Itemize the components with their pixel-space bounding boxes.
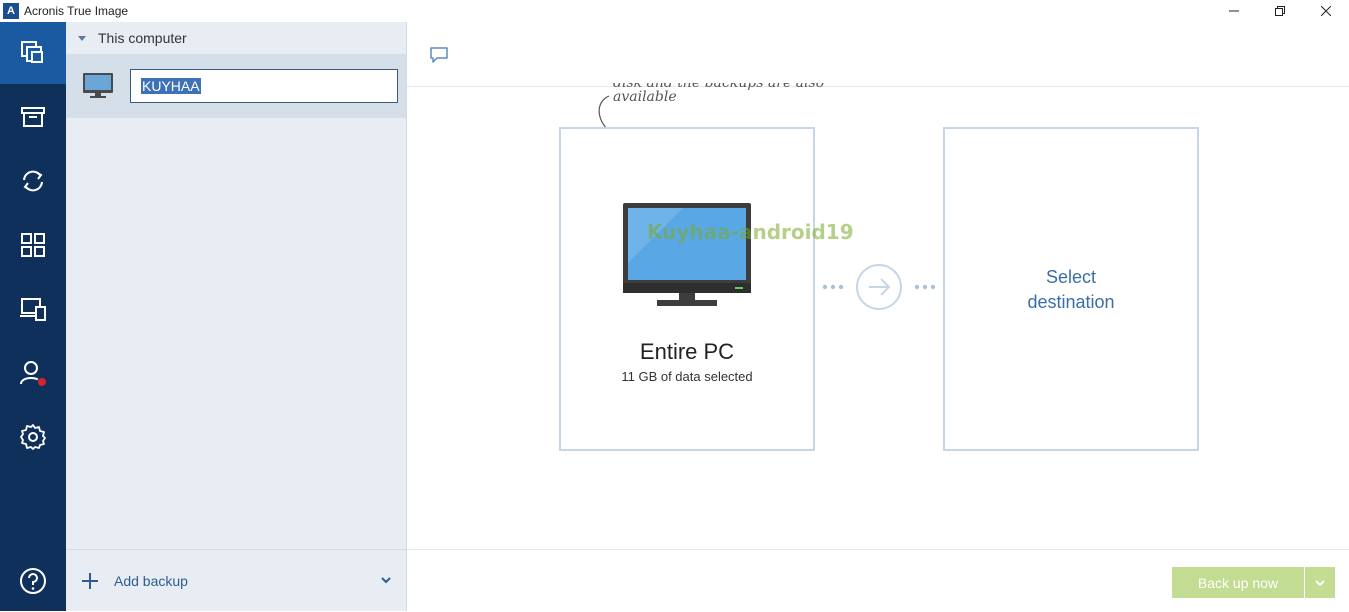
destination-line-1: Select bbox=[1045, 267, 1097, 287]
source-subtitle: 11 GB of data selected bbox=[621, 369, 753, 384]
select-destination-card[interactable]: Select destination bbox=[943, 127, 1199, 451]
watermark: Kuyhaa-android19 bbox=[647, 220, 854, 244]
nav-account[interactable] bbox=[0, 342, 66, 404]
group-label: This computer bbox=[98, 30, 187, 46]
backup-name-input[interactable]: KUYHAA bbox=[130, 69, 398, 103]
add-backup-bar: Add backup bbox=[66, 549, 406, 611]
settings-icon bbox=[20, 424, 46, 450]
back-up-options-button[interactable] bbox=[1305, 567, 1335, 598]
computer-icon bbox=[83, 73, 113, 98]
backup-list-item[interactable]: KUYHAA bbox=[66, 54, 406, 118]
nav-backup[interactable] bbox=[0, 22, 66, 84]
restore-button[interactable] bbox=[1257, 0, 1303, 22]
action-bar: Back up now bbox=[407, 549, 1349, 611]
app-logo-icon: A bbox=[3, 3, 19, 19]
backup-source-card[interactable]: Entire PC 11 GB of data selected bbox=[559, 127, 815, 451]
comment-icon[interactable] bbox=[429, 46, 449, 64]
title-bar: A Acronis True Image bbox=[0, 0, 1349, 22]
hint-text: disk and the backups are also available bbox=[613, 76, 824, 104]
chevron-down-icon bbox=[1315, 579, 1325, 586]
plus-icon[interactable] bbox=[80, 571, 100, 591]
nav-settings[interactable] bbox=[0, 406, 66, 468]
backup-icon bbox=[21, 41, 43, 63]
main-panel: disk and the backups are also available … bbox=[407, 22, 1349, 611]
hint-line-2: available bbox=[613, 89, 677, 105]
dashboard-icon bbox=[21, 233, 45, 257]
hint-line-1: disk and the backups are also bbox=[613, 75, 825, 91]
backup-name-text: KUYHAA bbox=[141, 78, 201, 94]
destination-label: Select destination bbox=[945, 265, 1197, 315]
back-up-now-button[interactable]: Back up now bbox=[1172, 567, 1304, 598]
add-backup-button[interactable]: Add backup bbox=[114, 573, 188, 589]
close-button[interactable] bbox=[1303, 0, 1349, 22]
main-toolbar bbox=[407, 22, 1349, 87]
nav-rail bbox=[0, 22, 66, 611]
nav-dashboard[interactable] bbox=[0, 214, 66, 276]
minimize-button[interactable] bbox=[1211, 0, 1257, 22]
nav-help[interactable] bbox=[0, 550, 66, 612]
window-controls bbox=[1211, 0, 1349, 22]
nav-archive[interactable] bbox=[0, 86, 66, 148]
archive-icon bbox=[21, 107, 45, 127]
tools-icon bbox=[20, 298, 46, 321]
destination-line-2: destination bbox=[1027, 292, 1115, 312]
restore-icon bbox=[1275, 6, 1285, 16]
group-header[interactable]: This computer bbox=[66, 22, 406, 54]
window-title: Acronis True Image bbox=[24, 4, 129, 18]
source-title: Entire PC bbox=[639, 339, 735, 364]
account-icon bbox=[20, 361, 47, 387]
sync-icon bbox=[23, 170, 43, 192]
minimize-icon bbox=[1229, 10, 1239, 12]
arrow-connector-icon bbox=[822, 264, 936, 310]
chevron-down-icon[interactable] bbox=[380, 574, 392, 586]
close-icon bbox=[1321, 6, 1331, 16]
nav-tools[interactable] bbox=[0, 278, 66, 340]
backup-list-sidebar: This computer KUYHAA Add backup bbox=[66, 22, 407, 611]
help-icon bbox=[20, 568, 46, 594]
nav-sync[interactable] bbox=[0, 150, 66, 212]
collapse-caret-icon bbox=[78, 35, 86, 41]
